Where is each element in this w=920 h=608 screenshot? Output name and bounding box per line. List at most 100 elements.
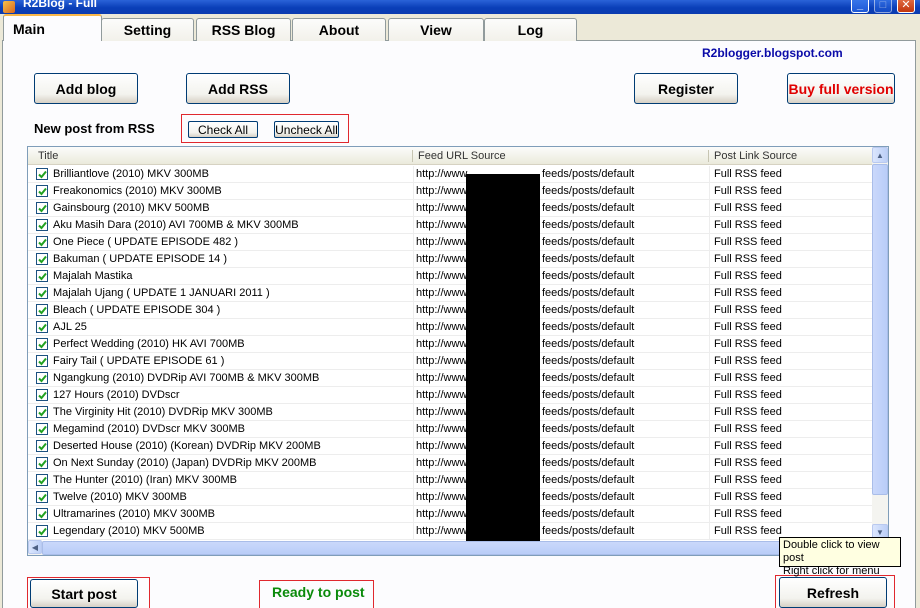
cell-post-link: Full RSS feed bbox=[709, 506, 869, 522]
cell-feed-url: http://www feeds/posts/default bbox=[413, 319, 703, 335]
table-row[interactable]: Legendary (2010) MKV 500MB http://www feed… bbox=[28, 523, 873, 540]
feed-url-prefix: http://www bbox=[416, 270, 468, 282]
column-header-post-link[interactable]: Post Link Source bbox=[708, 147, 868, 165]
tab-rss-blog[interactable]: RSS Blog bbox=[196, 18, 291, 41]
add-rss-button[interactable]: Add RSS bbox=[186, 73, 290, 104]
checkbox-checked-icon[interactable] bbox=[36, 355, 48, 367]
table-row[interactable]: On Next Sunday (2010) (Japan) DVDRip MKV… bbox=[28, 455, 873, 472]
site-link[interactable]: R2blogger.blogspot.com bbox=[702, 46, 843, 60]
cell-post-link: Full RSS feed bbox=[709, 285, 869, 301]
table-row[interactable]: The Hunter (2010) (Iran) MKV 300MB http:/… bbox=[28, 472, 873, 489]
horizontal-scroll-thumb[interactable] bbox=[42, 541, 857, 555]
checkbox-checked-icon[interactable] bbox=[36, 389, 48, 401]
feed-url-suffix: feeds/posts/default bbox=[542, 270, 635, 282]
feed-url-suffix: feeds/posts/default bbox=[542, 389, 635, 401]
checkbox-checked-icon[interactable] bbox=[36, 270, 48, 282]
checkbox-checked-icon[interactable] bbox=[36, 185, 48, 197]
cell-post-link: Full RSS feed bbox=[709, 234, 869, 250]
table-row[interactable]: Ultramarines (2010) MKV 300MB http://www f… bbox=[28, 506, 873, 523]
feed-url-prefix: http://www bbox=[416, 202, 468, 214]
close-icon[interactable]: ✕ bbox=[897, 0, 915, 13]
vertical-scroll-thumb[interactable] bbox=[872, 164, 888, 495]
table-row[interactable]: Deserted House (2010) (Korean) DVDRip MK… bbox=[28, 438, 873, 455]
feed-url-prefix: http://www bbox=[416, 372, 468, 384]
column-header-title[interactable]: Title bbox=[32, 147, 402, 165]
table-row[interactable]: Bakuman ( UPDATE EPISODE 14 ) http://www f… bbox=[28, 251, 873, 268]
checkbox-checked-icon[interactable] bbox=[36, 202, 48, 214]
checkbox-checked-icon[interactable] bbox=[36, 287, 48, 299]
feed-url-prefix: http://www bbox=[416, 304, 468, 316]
minimize-icon[interactable]: _ bbox=[851, 0, 869, 13]
tab-setting[interactable]: Setting bbox=[101, 18, 194, 41]
cell-post-link: Full RSS feed bbox=[709, 251, 869, 267]
feed-url-suffix: feeds/posts/default bbox=[542, 355, 635, 367]
buy-full-version-button[interactable]: Buy full version bbox=[787, 73, 895, 104]
table-row[interactable]: Fairy Tail ( UPDATE EPISODE 61 ) http://w… bbox=[28, 353, 873, 370]
feed-url-suffix: feeds/posts/default bbox=[542, 304, 635, 316]
feed-url-suffix: feeds/posts/default bbox=[542, 236, 635, 248]
cell-feed-url: http://www feeds/posts/default bbox=[413, 404, 703, 420]
checkbox-checked-icon[interactable] bbox=[36, 168, 48, 180]
table-row[interactable]: Perfect Wedding (2010) HK AVI 700MB http:… bbox=[28, 336, 873, 353]
table-row[interactable]: The Virginity Hit (2010) DVDRip MKV 300M… bbox=[28, 404, 873, 421]
table-row[interactable]: 127 Hours (2010) DVDscr http://www feeds/p… bbox=[28, 387, 873, 404]
table-row[interactable]: Brilliantlove (2010) MKV 300MB http://www… bbox=[28, 166, 873, 183]
cell-feed-url: http://www feeds/posts/default bbox=[413, 455, 703, 471]
tab-about[interactable]: About bbox=[292, 18, 386, 41]
checkbox-checked-icon[interactable] bbox=[36, 508, 48, 520]
checkbox-checked-icon[interactable] bbox=[36, 304, 48, 316]
table-row[interactable]: Megamind (2010) DVDscr MKV 300MB http://w… bbox=[28, 421, 873, 438]
checkbox-checked-icon[interactable] bbox=[36, 372, 48, 384]
table-row[interactable]: Ngangkung (2010) DVDRip AVI 700MB & MKV … bbox=[28, 370, 873, 387]
rss-post-list[interactable]: Title Feed URL Source Post Link Source B… bbox=[27, 146, 889, 556]
table-row[interactable]: Gainsbourg (2010) MKV 500MB http://www fee… bbox=[28, 200, 873, 217]
cell-title: Legendary (2010) MKV 500MB bbox=[53, 525, 205, 537]
title-bar[interactable]: R2Blog - Full _ □ ✕ bbox=[0, 0, 920, 14]
checkbox-checked-icon[interactable] bbox=[36, 474, 48, 486]
checkbox-checked-icon[interactable] bbox=[36, 236, 48, 248]
add-blog-button[interactable]: Add blog bbox=[34, 73, 138, 104]
checkbox-checked-icon[interactable] bbox=[36, 423, 48, 435]
cell-feed-url: http://www feeds/posts/default bbox=[413, 302, 703, 318]
tab-view[interactable]: View bbox=[388, 18, 484, 41]
uncheck-all-button[interactable]: Uncheck All bbox=[274, 121, 339, 138]
checkbox-checked-icon[interactable] bbox=[36, 219, 48, 231]
list-tooltip: Double click to view post Right click fo… bbox=[779, 537, 901, 577]
table-row[interactable]: AJL 25 http://www feeds/posts/default Full … bbox=[28, 319, 873, 336]
table-row[interactable]: Aku Masih Dara (2010) AVI 700MB & MKV 30… bbox=[28, 217, 873, 234]
vertical-scrollbar[interactable]: ▲ ▼ bbox=[872, 147, 888, 541]
cell-title: Brilliantlove (2010) MKV 300MB bbox=[53, 168, 209, 180]
cell-post-link: Full RSS feed bbox=[709, 370, 869, 386]
table-row[interactable]: Majalah Mastika http://www feeds/posts/def… bbox=[28, 268, 873, 285]
check-all-button[interactable]: Check All bbox=[188, 121, 258, 138]
table-row[interactable]: Twelve (2010) MKV 300MB http://www feeds/p… bbox=[28, 489, 873, 506]
column-header-feed-url[interactable]: Feed URL Source bbox=[412, 147, 712, 165]
register-button[interactable]: Register bbox=[634, 73, 738, 104]
checkbox-checked-icon[interactable] bbox=[36, 525, 48, 537]
cell-title: AJL 25 bbox=[53, 321, 87, 333]
table-row[interactable]: One Piece ( UPDATE EPISODE 482 ) http://w… bbox=[28, 234, 873, 251]
scroll-left-icon[interactable]: ◀ bbox=[28, 540, 42, 554]
cell-title: Ultramarines (2010) MKV 300MB bbox=[53, 508, 216, 520]
checkbox-checked-icon[interactable] bbox=[36, 338, 48, 350]
table-row[interactable]: Majalah Ujang ( UPDATE 1 JANUARI 2011 ) h… bbox=[28, 285, 873, 302]
checkbox-checked-icon[interactable] bbox=[36, 440, 48, 452]
tab-main[interactable]: Main bbox=[3, 14, 102, 41]
cell-feed-url: http://www feeds/posts/default bbox=[413, 166, 703, 182]
cell-feed-url: http://www feeds/posts/default bbox=[413, 438, 703, 454]
feed-url-suffix: feeds/posts/default bbox=[542, 321, 635, 333]
checkbox-checked-icon[interactable] bbox=[36, 253, 48, 265]
maximize-icon: □ bbox=[874, 0, 892, 13]
checkbox-checked-icon[interactable] bbox=[36, 457, 48, 469]
tooltip-line-2: Right click for menu bbox=[783, 565, 880, 577]
tab-log[interactable]: Log bbox=[484, 18, 577, 41]
checkbox-checked-icon[interactable] bbox=[36, 406, 48, 418]
feed-url-prefix: http://www bbox=[416, 355, 468, 367]
scroll-up-icon[interactable]: ▲ bbox=[872, 147, 888, 163]
horizontal-scrollbar[interactable]: ◀ ▶ bbox=[28, 540, 873, 555]
table-row[interactable]: Bleach ( UPDATE EPISODE 304 ) http://www f… bbox=[28, 302, 873, 319]
checkbox-checked-icon[interactable] bbox=[36, 491, 48, 503]
feed-url-suffix: feeds/posts/default bbox=[542, 525, 635, 537]
table-row[interactable]: Freakonomics (2010) MKV 300MB http://www f… bbox=[28, 183, 873, 200]
checkbox-checked-icon[interactable] bbox=[36, 321, 48, 333]
